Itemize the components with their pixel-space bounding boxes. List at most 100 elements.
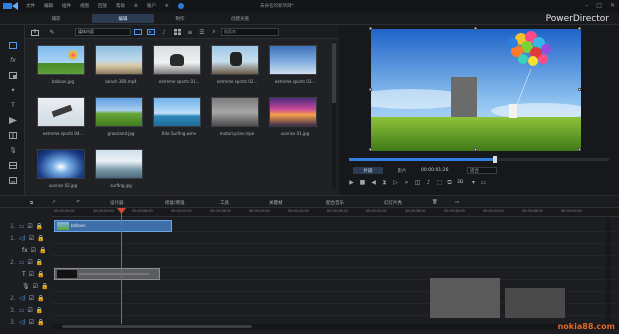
storyboard-icon[interactable]: ▭: [455, 198, 459, 207]
volume-icon[interactable]: ♪: [424, 178, 433, 187]
settings-gear-icon[interactable]: ✲: [165, 4, 169, 9]
movie-mode-button[interactable]: 影片: [387, 167, 417, 174]
fx-room-icon[interactable]: fx: [8, 56, 18, 65]
media-item-balloon[interactable]: balloon.jpg: [37, 45, 87, 84]
track-manager-icon[interactable]: ⧉: [30, 198, 33, 207]
transition-room-icon[interactable]: [8, 116, 18, 125]
repair-enhance-button[interactable]: 修复/增强: [165, 198, 185, 207]
comment-icon[interactable]: ▭: [479, 178, 488, 187]
previous-frame-icon[interactable]: ◀: [369, 178, 378, 187]
chevron-down-icon[interactable]: ▾: [469, 178, 478, 187]
lock-icon[interactable]: 🔒: [39, 247, 46, 254]
resize-handle[interactable]: [578, 27, 581, 30]
maximize-icon[interactable]: □: [596, 2, 602, 9]
media-item-sunrise-01[interactable]: sunrise 01.jpg: [269, 97, 319, 136]
fit-music-button[interactable]: 配合音乐: [326, 198, 344, 207]
track-enable-checkbox[interactable]: ☑: [29, 271, 34, 278]
resize-handle[interactable]: [474, 27, 477, 30]
menu-edit[interactable]: 编辑: [44, 3, 53, 9]
tab-capture[interactable]: 捕获: [30, 14, 82, 23]
progress-knob[interactable]: [492, 156, 497, 163]
resize-handle[interactable]: [369, 148, 372, 151]
tab-edit[interactable]: 编辑: [92, 14, 154, 23]
settings-icon[interactable]: ⚙: [134, 4, 138, 9]
timecode-display[interactable]: 00:00:01:26: [421, 167, 463, 174]
track-row[interactable]: [52, 256, 619, 268]
clip-mode-button[interactable]: 片段: [353, 167, 383, 174]
tools-button[interactable]: 工具: [220, 198, 229, 207]
snapshot-icon[interactable]: ◫: [413, 178, 422, 187]
scrollbar-thumb[interactable]: [62, 325, 252, 328]
resize-handle[interactable]: [369, 88, 372, 91]
lock-icon[interactable]: 🔒: [36, 223, 43, 230]
stop-icon[interactable]: ■: [358, 178, 367, 187]
track-enable-checkbox[interactable]: ☑: [29, 235, 34, 242]
show-video-icon[interactable]: [133, 28, 143, 36]
fullscreen-icon[interactable]: ⬚: [435, 178, 444, 187]
time-ruler[interactable]: 00:00:00:00 00:00:04:00 00:00:08:00 00:00:1…: [52, 208, 619, 217]
delete-icon[interactable]: 🗑: [432, 198, 438, 207]
audio-mixing-icon[interactable]: [8, 131, 18, 140]
minimize-icon[interactable]: –: [585, 2, 588, 9]
resize-handle[interactable]: [578, 148, 581, 151]
media-item-beach[interactable]: beach 360.mp4: [95, 45, 145, 84]
next-frame-icon[interactable]: ▷: [391, 178, 400, 187]
library-scrollbar[interactable]: [332, 41, 336, 189]
designer-button[interactable]: 设计器: [110, 198, 124, 207]
track-enable-checkbox[interactable]: ☑: [27, 259, 32, 266]
close-icon[interactable]: ✕: [610, 2, 615, 9]
media-item-extreme-sports-01[interactable]: extreme sports 01...: [153, 45, 203, 84]
menu-file[interactable]: 文件: [26, 3, 35, 9]
resize-handle[interactable]: [578, 88, 581, 91]
lock-icon[interactable]: 🔒: [41, 283, 48, 290]
lock-icon[interactable]: 🔒: [37, 295, 44, 302]
playback-progress[interactable]: [349, 156, 609, 163]
show-audio-icon[interactable]: ♪: [159, 28, 169, 36]
import-media-icon[interactable]: [30, 28, 40, 36]
lock-icon[interactable]: 🔒: [37, 271, 44, 278]
chapter-room-icon[interactable]: [8, 161, 18, 170]
snap-icon[interactable]: ↗: [52, 198, 56, 207]
lock-icon[interactable]: 🔒: [37, 319, 44, 326]
track-enable-checkbox[interactable]: ☑: [27, 223, 32, 230]
track-enable-checkbox[interactable]: ☑: [33, 283, 38, 290]
split-icon[interactable]: ⧗: [380, 178, 389, 187]
upgrade-icon[interactable]: [177, 3, 184, 9]
preview-stage[interactable]: [351, 27, 591, 151]
play-icon[interactable]: ▶: [347, 178, 356, 187]
subtitle-room-icon[interactable]: [8, 176, 18, 185]
voiceover-icon[interactable]: 🎙: [8, 146, 18, 155]
lock-icon[interactable]: 🔒: [36, 259, 43, 266]
keyframe-button[interactable]: 关键帧: [269, 198, 283, 207]
track-row[interactable]: [52, 232, 619, 244]
search-icon[interactable]: ⌕: [209, 28, 219, 36]
video-clip[interactable]: balloon: [54, 220, 172, 232]
media-room-icon[interactable]: [8, 41, 18, 50]
media-item-motorcycles[interactable]: motorcycles.mpo: [211, 97, 261, 136]
undock-icon[interactable]: ⧉: [445, 178, 454, 187]
lock-icon[interactable]: 🔒: [36, 307, 43, 314]
resize-handle[interactable]: [369, 27, 372, 30]
track-enable-checkbox[interactable]: ☑: [27, 307, 32, 314]
media-item-extreme-sports-03[interactable]: extreme sports 03...: [269, 45, 319, 84]
fast-forward-icon[interactable]: »: [402, 178, 411, 187]
media-item-sunrise-02[interactable]: sunrise 02.jpg: [37, 149, 87, 188]
media-item-kite-surfing[interactable]: Kite Surfing.wmv: [153, 97, 203, 136]
sort-icon[interactable]: ≡: [185, 28, 195, 36]
view-grid-icon[interactable]: [173, 28, 183, 36]
track-enable-checkbox[interactable]: ☑: [29, 295, 34, 302]
track-row[interactable]: [52, 268, 619, 280]
track-row[interactable]: balloon: [52, 220, 619, 232]
media-item-extreme-sports-02[interactable]: extreme sports 02...: [211, 45, 261, 84]
pip-room-icon[interactable]: [8, 71, 18, 80]
media-filter-dropdown[interactable]: 媒体内容: [75, 28, 131, 36]
title-clip[interactable]: [54, 268, 160, 280]
menu-view[interactable]: 视图: [80, 3, 89, 9]
zoom-fit-dropdown[interactable]: 适合: [467, 167, 497, 174]
media-item-surfing[interactable]: surfing.jpg: [95, 149, 145, 188]
tab-create-disc[interactable]: 创建光盘: [210, 14, 270, 23]
timeline-vertical-scrollbar[interactable]: [606, 218, 611, 322]
lock-icon[interactable]: 🔒: [37, 235, 44, 242]
account-menu[interactable]: 账户: [147, 3, 156, 9]
track-enable-checkbox[interactable]: ☑: [31, 247, 36, 254]
